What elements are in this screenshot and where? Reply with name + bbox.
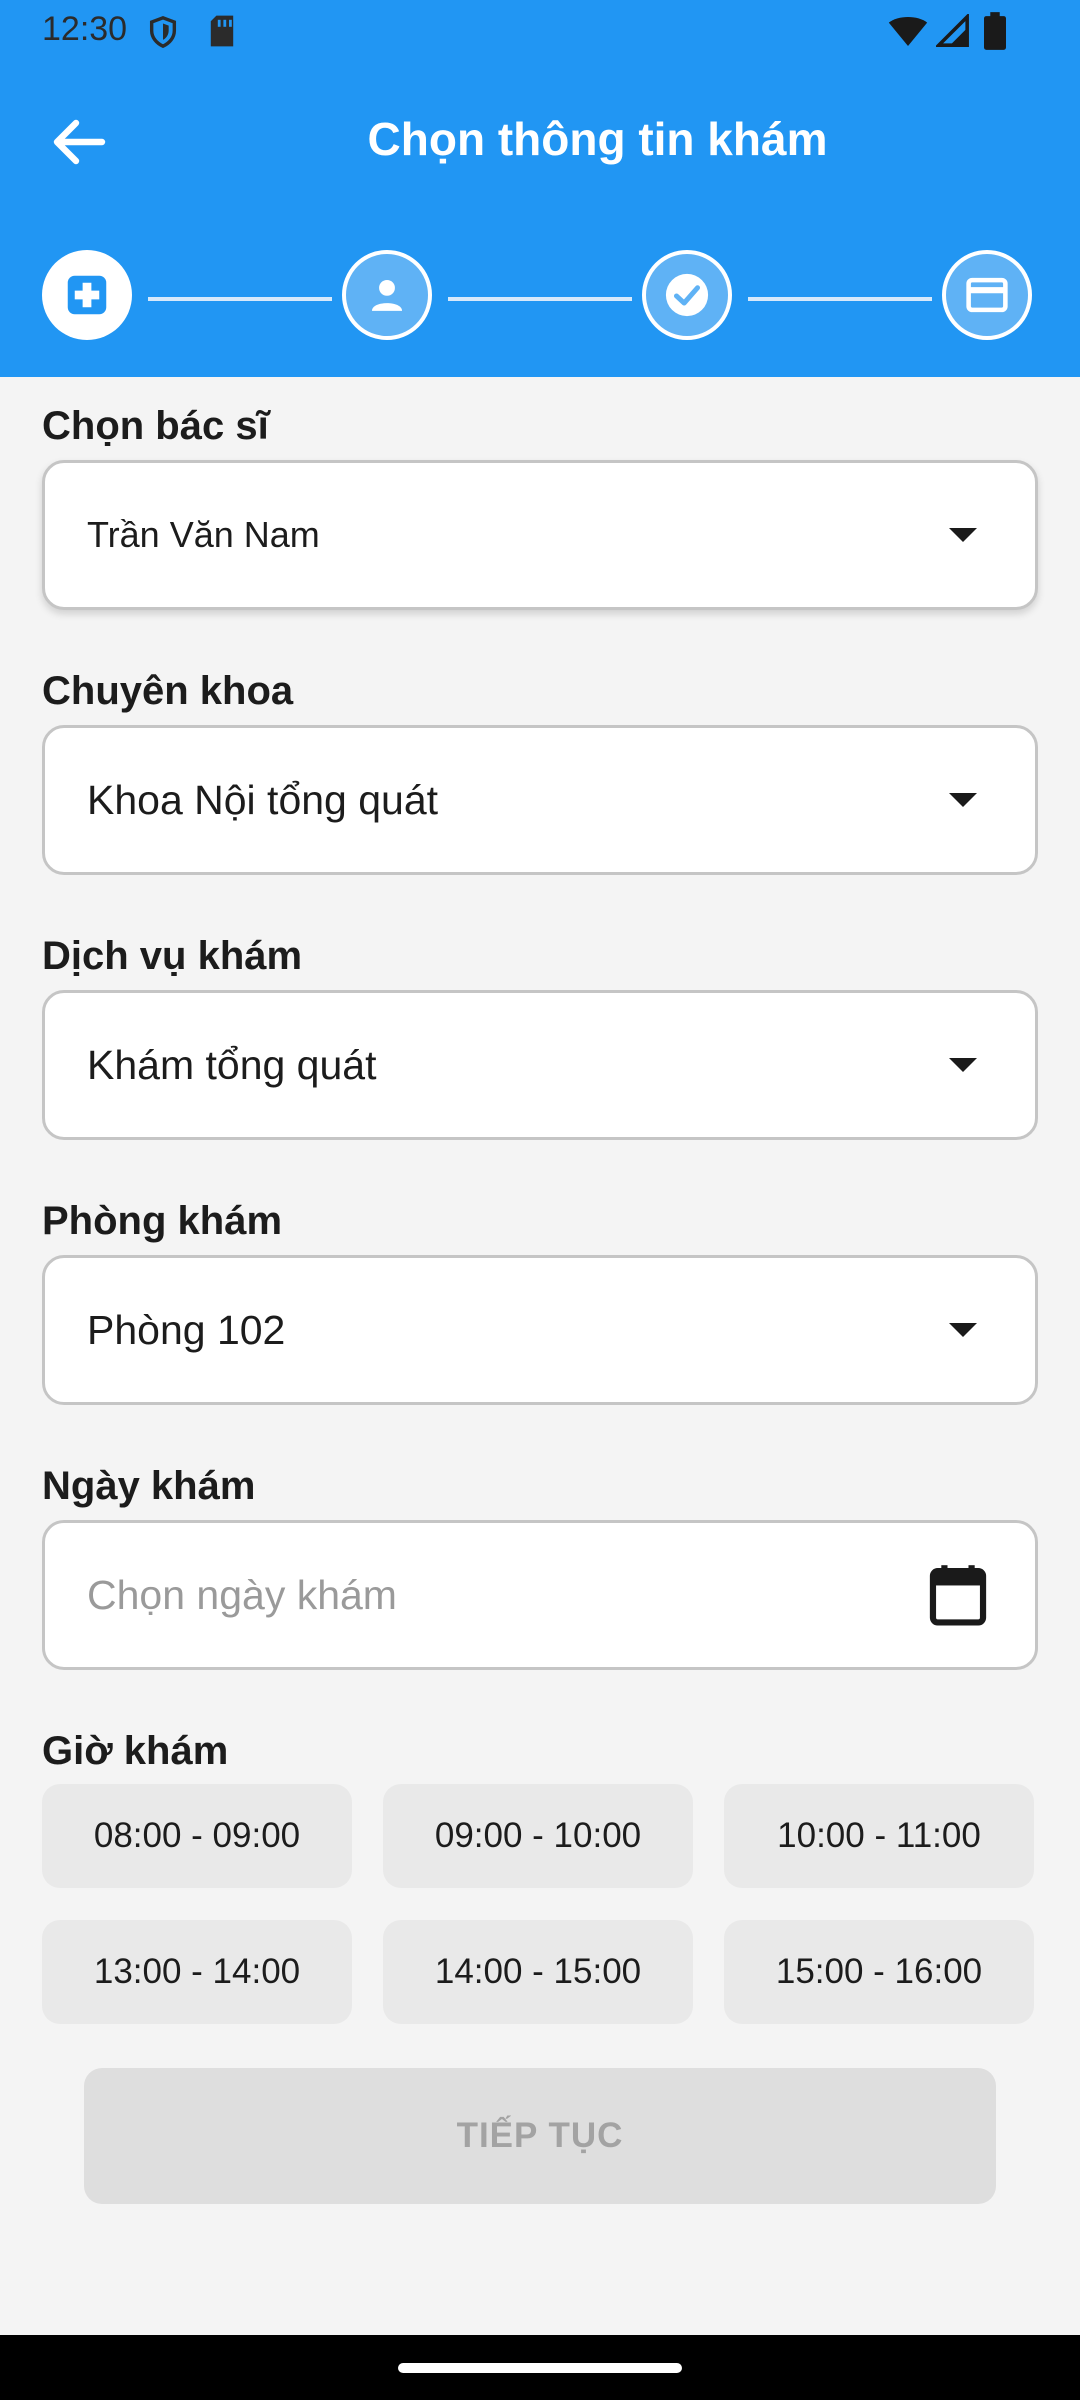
specialty-label: Chuyên khoa — [42, 669, 294, 713]
app-header: 12:30 Chọn thông tin khám — [0, 0, 1080, 377]
credit-card-icon — [966, 277, 1008, 313]
step-connector — [448, 297, 632, 301]
signal-icon — [936, 14, 969, 47]
time-label: Giờ khám — [42, 1729, 229, 1773]
person-icon — [371, 279, 403, 311]
progress-stepper — [0, 250, 1080, 350]
time-slot[interactable]: 09:00 - 10:00 — [383, 1784, 693, 1888]
date-label: Ngày khám — [42, 1464, 256, 1508]
sd-card-icon — [210, 15, 234, 47]
time-slot[interactable]: 15:00 - 16:00 — [724, 1920, 1034, 2024]
step-2-person — [342, 250, 432, 340]
time-slot[interactable]: 14:00 - 15:00 — [383, 1920, 693, 2024]
battery-icon — [984, 12, 1006, 50]
room-dropdown[interactable]: Phòng 102 — [42, 1255, 1038, 1405]
check-circle-icon — [665, 273, 709, 317]
room-value: Phòng 102 — [87, 1306, 286, 1353]
date-placeholder: Chọn ngày khám — [87, 1571, 397, 1618]
doctor-dropdown[interactable]: Trần Văn Nam — [42, 460, 1038, 610]
chevron-down-icon — [949, 1323, 977, 1337]
time-slot[interactable]: 13:00 - 14:00 — [42, 1920, 352, 2024]
status-time: 12:30 — [42, 10, 128, 48]
time-slot[interactable]: 10:00 - 11:00 — [724, 1784, 1034, 1888]
medical-cross-icon — [67, 275, 107, 315]
step-1-medical — [42, 250, 132, 340]
app-bar: Chọn thông tin khám — [0, 90, 1080, 190]
chevron-down-icon — [949, 528, 977, 542]
doctor-value: Trần Văn Nam — [87, 514, 320, 555]
step-3-confirm — [642, 250, 732, 340]
service-value: Khám tổng quát — [87, 1041, 377, 1088]
step-connector — [148, 297, 332, 301]
specialty-dropdown[interactable]: Khoa Nội tổng quát — [42, 725, 1038, 875]
chevron-down-icon — [949, 1058, 977, 1072]
status-bar: 12:30 — [0, 0, 1080, 62]
step-connector — [748, 297, 932, 301]
step-4-payment — [942, 250, 1032, 340]
continue-button[interactable]: TIẾP TỤC — [84, 2068, 996, 2204]
room-label: Phòng khám — [42, 1199, 283, 1243]
calendar-icon[interactable] — [929, 1564, 987, 1626]
service-label: Dịch vụ khám — [42, 934, 303, 978]
service-dropdown[interactable]: Khám tổng quát — [42, 990, 1038, 1140]
doctor-label: Chọn bác sĩ — [42, 404, 269, 448]
page-title: Chọn thông tin khám — [367, 113, 828, 165]
home-gesture-handle[interactable] — [398, 2363, 682, 2373]
wifi-icon — [888, 17, 928, 46]
time-slot[interactable]: 08:00 - 09:00 — [42, 1784, 352, 1888]
chevron-down-icon — [949, 793, 977, 807]
specialty-value: Khoa Nội tổng quát — [87, 776, 439, 823]
shield-icon — [149, 16, 177, 49]
date-picker-field[interactable]: Chọn ngày khám — [42, 1520, 1038, 1670]
